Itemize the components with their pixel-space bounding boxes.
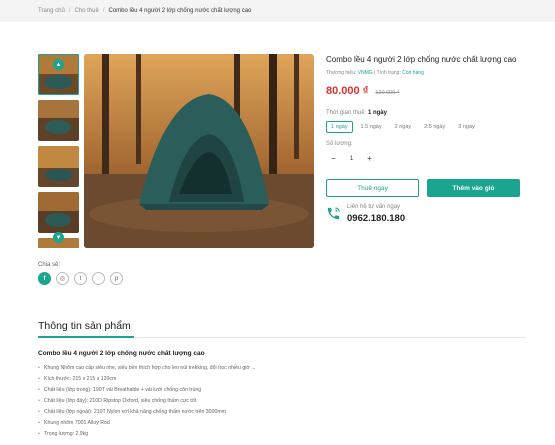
- duration-label: Thời gian thuê: 1 ngày: [326, 110, 387, 116]
- price: 80.000 ₫: [326, 85, 369, 97]
- duration-option[interactable]: 3 ngày: [453, 121, 480, 133]
- chevron-down-icon[interactable]: ▼: [53, 232, 64, 243]
- quantity-stepper: − 1 +: [326, 151, 377, 166]
- thumbnail-3[interactable]: [38, 146, 79, 187]
- breadcrumb-separator: /: [68, 8, 71, 14]
- breadcrumb-separator: /: [102, 8, 105, 14]
- phone-number[interactable]: 0962.180.180: [347, 213, 405, 224]
- list-item: Chất liệu (lớp trong): 190T vải Breathab…: [38, 385, 518, 396]
- product-description: Combo lều 4 người 2 lớp chống nước chất …: [38, 350, 518, 440]
- contact: Liên hệ tư vấn ngay 0962.180.180: [326, 204, 526, 224]
- status-label: Tình trạng:: [376, 70, 401, 76]
- messenger-icon[interactable]: ◌: [92, 272, 105, 285]
- share-section: Chia sẻ: f ◎ t ◌ p: [38, 262, 123, 285]
- section-title: Thông tin sản phẩm: [38, 320, 131, 332]
- duration-option[interactable]: 2 ngày: [390, 121, 417, 133]
- chevron-up-icon[interactable]: ▲: [53, 59, 64, 70]
- quantity-value[interactable]: 1: [344, 156, 359, 162]
- description-title: Combo lều 4 người 2 lớp chống nước chất …: [38, 350, 205, 357]
- section-divider-accent: [38, 336, 134, 338]
- duration-option[interactable]: 2.5 ngày: [419, 121, 450, 133]
- breadcrumb: Trang chủ / Cho thuê / Combo lều 4 người…: [0, 0, 555, 22]
- minus-button[interactable]: −: [326, 154, 341, 163]
- product-meta: Thương hiệu: VNMG | Tình trạng: Còn hàng: [326, 70, 424, 76]
- pinterest-icon[interactable]: p: [110, 272, 123, 285]
- old-price: 120.000 ₫: [375, 90, 400, 96]
- list-item: Chất liệu (lớp ngoài): 210T Nylon với kh…: [38, 407, 518, 418]
- list-item: Khung nhôm 7001 Alloy Rod: [38, 418, 518, 429]
- list-item: Kích thước: 215 x 215 x 120cm: [38, 374, 518, 385]
- list-item: Khung Nhôm cao cấp siêu nhẹ, siêu bền th…: [38, 363, 518, 374]
- product-title: Combo lều 4 người 2 lớp chống nước chất …: [326, 55, 517, 64]
- breadcrumb-current: Combo lều 4 người 2 lớp chống nước chất …: [108, 8, 252, 14]
- thumbnail-2[interactable]: [38, 100, 79, 141]
- main-product-image: [84, 54, 314, 248]
- breadcrumb-category[interactable]: Cho thuê: [74, 8, 98, 14]
- brand-value[interactable]: VNMG: [358, 70, 373, 76]
- list-item: Chất liệu (lớp đáy): 210D Ripstop Oxford…: [38, 396, 518, 407]
- brand-label: Thương hiệu:: [326, 70, 357, 76]
- status-value: Còn hàng: [402, 70, 424, 76]
- facebook-icon[interactable]: f: [38, 272, 51, 285]
- plus-button[interactable]: +: [362, 154, 377, 163]
- duration-option[interactable]: 1 ngày: [326, 121, 353, 133]
- twitter-icon[interactable]: t: [74, 272, 87, 285]
- list-item: Trọng lượng: 2,9kg: [38, 429, 518, 440]
- breadcrumb-home[interactable]: Trang chủ: [38, 8, 65, 14]
- product-info: Combo lều 4 người 2 lớp chống nước chất …: [326, 54, 526, 224]
- rent-now-button[interactable]: Thuê ngay: [326, 179, 419, 197]
- duration-options: 1 ngày 1.5 ngày 2 ngày 2.5 ngày 3 ngày: [326, 121, 526, 133]
- duration-option[interactable]: 1.5 ngày: [356, 121, 387, 133]
- contact-label: Liên hệ tư vấn ngay: [347, 204, 401, 210]
- add-to-cart-button[interactable]: Thêm vào giỏ: [427, 179, 520, 197]
- thumbnail-gallery: ▲ ▼: [38, 54, 80, 248]
- thumbnail-4[interactable]: [38, 192, 79, 233]
- phone-icon: [327, 207, 340, 220]
- duration-selected: 1 ngày: [367, 110, 387, 116]
- quantity-label: Số lượng:: [326, 141, 353, 147]
- share-label: Chia sẻ:: [38, 262, 61, 268]
- instagram-icon[interactable]: ◎: [56, 272, 69, 285]
